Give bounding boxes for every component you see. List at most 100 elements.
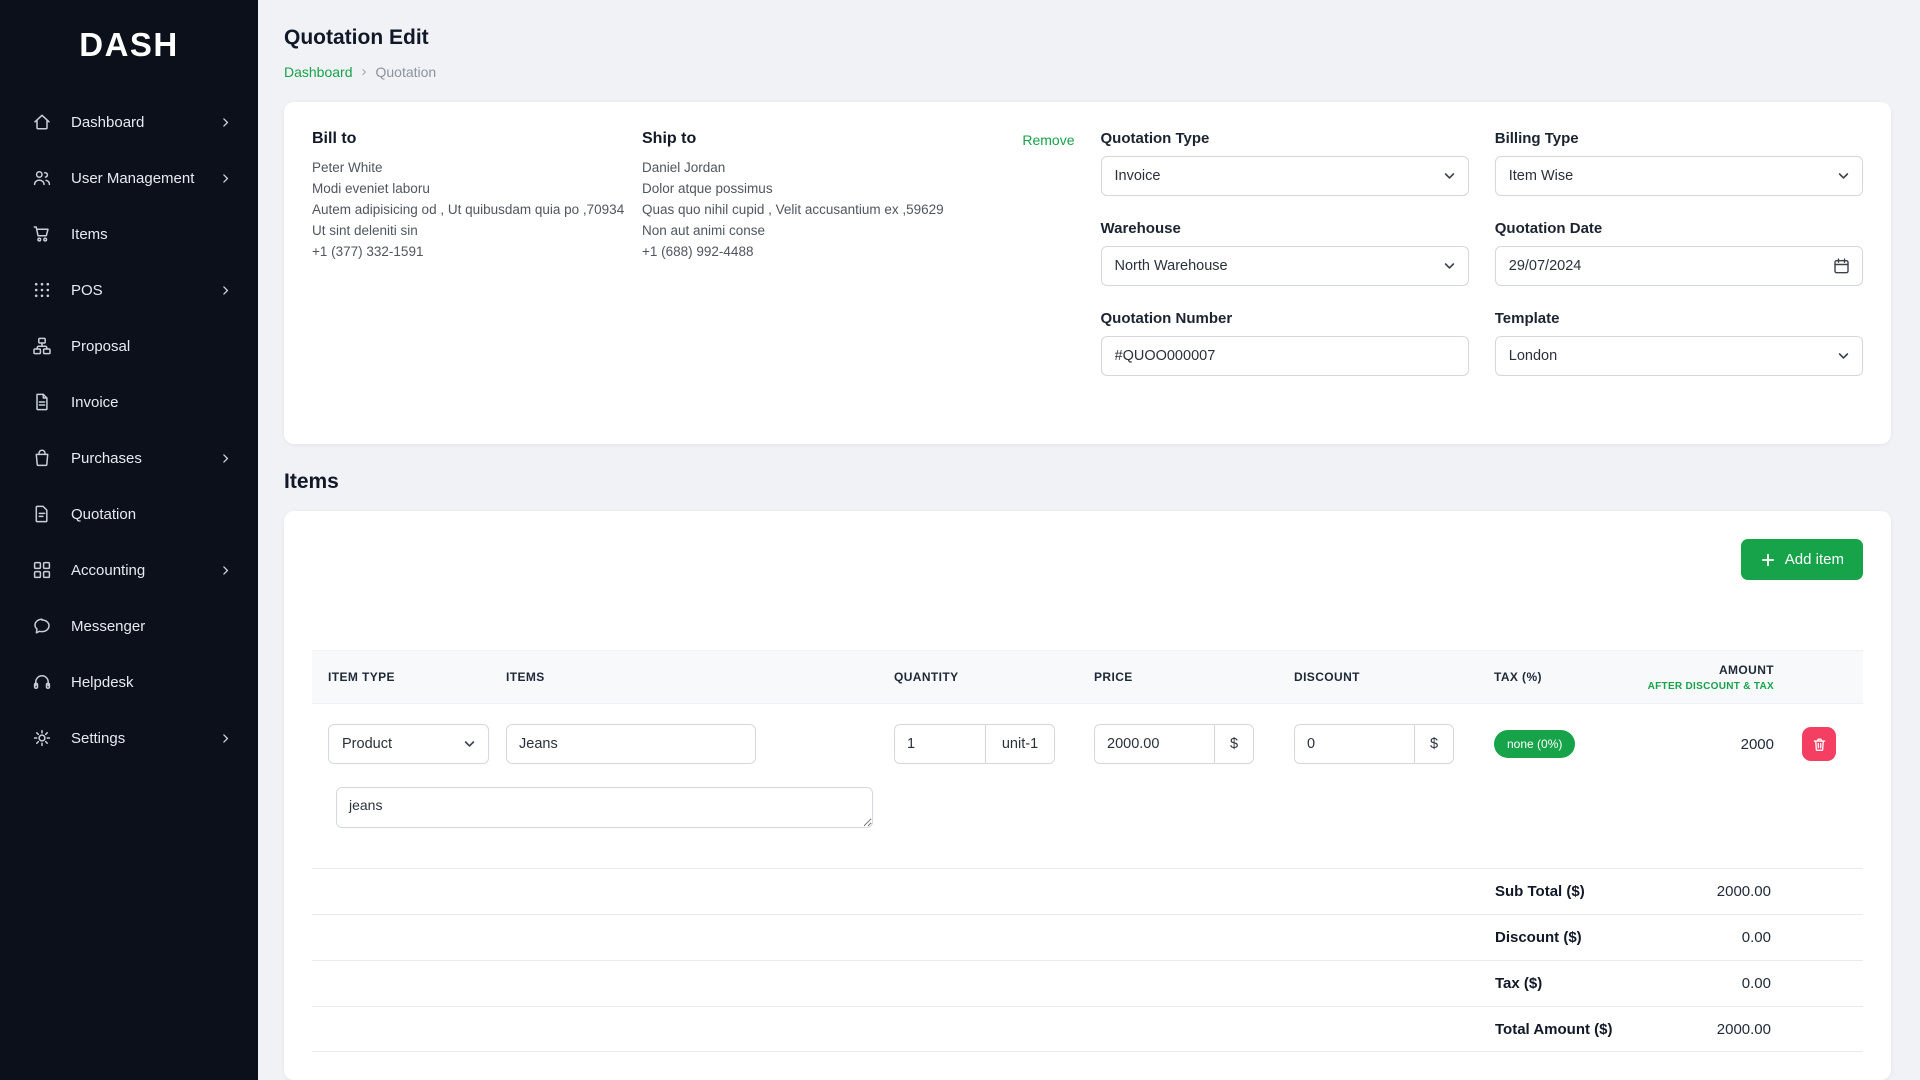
tax-row: Tax ($) 0.00: [312, 960, 1863, 1006]
total-label: Total Amount ($): [1495, 1021, 1612, 1038]
billing-type-select[interactable]: Item Wise: [1495, 156, 1863, 196]
grid-dots-icon: [32, 280, 52, 300]
org-chart-icon: [32, 336, 52, 356]
sidebar-item-dashboard[interactable]: Dashboard: [0, 94, 258, 150]
add-item-label: Add item: [1785, 551, 1844, 568]
remove-link[interactable]: Remove: [1022, 132, 1074, 416]
quotation-date-input[interactable]: [1495, 246, 1863, 286]
sidebar-item-label: User Management: [71, 170, 194, 187]
document-icon: [32, 392, 52, 412]
warehouse-select[interactable]: North Warehouse: [1101, 246, 1469, 286]
sidebar-item-label: Invoice: [71, 394, 119, 411]
quotation-date-field: Quotation Date: [1495, 220, 1863, 286]
col-discount: DISCOUNT: [1278, 670, 1478, 684]
sidebar-item-label: Messenger: [71, 618, 145, 635]
address-line: Daniel Jordan: [642, 157, 1022, 178]
sidebar-item-items[interactable]: Items: [0, 206, 258, 262]
sidebar-item-label: Dashboard: [71, 114, 144, 131]
sidebar-item-label: Settings: [71, 730, 125, 747]
unit-addon: unit-1: [985, 724, 1055, 764]
brand-logo[interactable]: DASH: [0, 22, 258, 68]
subtotal-value: 2000.00: [1717, 883, 1771, 900]
item-description-textarea[interactable]: jeans: [336, 787, 873, 828]
items-table-header: ITEM TYPE ITEMS QUANTITY PRICE DISCOUNT …: [312, 650, 1863, 704]
col-quantity: QUANTITY: [878, 670, 1078, 684]
row-amount: 2000: [1643, 736, 1798, 753]
col-price: PRICE: [1078, 670, 1278, 684]
cart-icon: [32, 224, 52, 244]
item-name-input[interactable]: [506, 724, 756, 764]
template-select[interactable]: London: [1495, 336, 1863, 376]
billing-type-field: Billing Type Item Wise: [1495, 130, 1863, 196]
address-line: +1 (688) 992-4488: [642, 241, 1022, 262]
sidebar-item-proposal[interactable]: Proposal: [0, 318, 258, 374]
tax-label: Tax ($): [1495, 975, 1542, 992]
page-header: Quotation Edit Dashboard › Quotation: [284, 26, 1891, 80]
address-line: Non aut animi conse: [642, 220, 1022, 241]
app-root: DASH Dashboard User Management Items POS: [0, 0, 1920, 1080]
main-content: Quotation Edit Dashboard › Quotation Bil…: [258, 0, 1920, 1080]
delete-item-button[interactable]: [1802, 727, 1836, 761]
quotation-number-input[interactable]: [1101, 336, 1469, 376]
warehouse-label: Warehouse: [1101, 220, 1469, 237]
quotation-type-select[interactable]: Invoice: [1101, 156, 1469, 196]
sidebar-item-messenger[interactable]: Messenger: [0, 598, 258, 654]
items-section-title: Items: [284, 470, 1891, 494]
chat-icon: [32, 616, 52, 636]
sidebar-item-settings[interactable]: Settings: [0, 710, 258, 766]
bill-to-block: Bill to Peter White Modi eveniet laboru …: [312, 130, 642, 416]
chevron-right-icon: [219, 172, 232, 185]
breadcrumb-separator-icon: ›: [362, 63, 367, 80]
page-title: Quotation Edit: [284, 26, 1891, 50]
address-line: Modi eveniet laboru: [312, 178, 642, 199]
quotation-type-field: Quotation Type Invoice: [1101, 130, 1469, 196]
file-text-icon: [32, 504, 52, 524]
chevron-right-icon: [219, 452, 232, 465]
address-line: Quas quo nihil cupid , Velit accusantium…: [642, 199, 1022, 220]
sidebar-item-user-management[interactable]: User Management: [0, 150, 258, 206]
quotation-date-label: Quotation Date: [1495, 220, 1863, 237]
item-type-select[interactable]: Product: [328, 724, 489, 764]
sidebar-item-label: Quotation: [71, 506, 136, 523]
sidebar-item-accounting[interactable]: Accounting: [0, 542, 258, 598]
discount-row: Discount ($) 0.00: [312, 914, 1863, 960]
chevron-right-icon: [219, 116, 232, 129]
sidebar-item-quotation[interactable]: Quotation: [0, 486, 258, 542]
breadcrumb-dashboard-link[interactable]: Dashboard: [284, 64, 353, 80]
sidebar-item-helpdesk[interactable]: Helpdesk: [0, 654, 258, 710]
address-line: Dolor atque possimus: [642, 178, 1022, 199]
col-amount: AMOUNT AFTER DISCOUNT & TAX: [1643, 663, 1798, 692]
breadcrumb: Dashboard › Quotation: [284, 63, 1891, 80]
tax-badge[interactable]: none (0%): [1494, 730, 1575, 758]
subtotal-row: Sub Total ($) 2000.00: [312, 868, 1863, 914]
gear-icon: [32, 728, 52, 748]
quantity-input[interactable]: [894, 724, 985, 764]
add-item-button[interactable]: Add item: [1741, 539, 1863, 580]
chevron-right-icon: [219, 564, 232, 577]
total-row: Total Amount ($) 2000.00: [312, 1006, 1863, 1052]
address-line: Peter White: [312, 157, 642, 178]
col-items: ITEMS: [490, 670, 878, 684]
address-line: +1 (377) 332-1591: [312, 241, 642, 262]
sidebar-nav: Dashboard User Management Items POS Prop…: [0, 94, 258, 766]
discount-value: 0.00: [1742, 929, 1771, 946]
discount-input[interactable]: [1294, 724, 1414, 764]
sidebar-item-label: Helpdesk: [71, 674, 134, 691]
sidebar-item-invoice[interactable]: Invoice: [0, 374, 258, 430]
quotation-number-label: Quotation Number: [1101, 310, 1469, 327]
quotation-form: Quotation Type Invoice Billing Type Item…: [1101, 130, 1864, 416]
sidebar-item-label: Proposal: [71, 338, 130, 355]
items-card: Add item ITEM TYPE ITEMS QUANTITY PRICE …: [284, 511, 1891, 1080]
item-row: Product unit-1: [312, 704, 1863, 764]
sidebar-item-pos[interactable]: POS: [0, 262, 258, 318]
sidebar: DASH Dashboard User Management Items POS: [0, 0, 258, 1080]
ship-to-block: Ship to Daniel Jordan Dolor atque possim…: [642, 130, 1022, 416]
billing-type-label: Billing Type: [1495, 130, 1863, 147]
chevron-right-icon: [219, 732, 232, 745]
currency-addon: $: [1414, 724, 1454, 764]
sidebar-item-purchases[interactable]: Purchases: [0, 430, 258, 486]
price-input[interactable]: [1094, 724, 1214, 764]
brand-name: DASH: [79, 26, 179, 64]
template-label: Template: [1495, 310, 1863, 327]
sidebar-item-label: Accounting: [71, 562, 145, 579]
